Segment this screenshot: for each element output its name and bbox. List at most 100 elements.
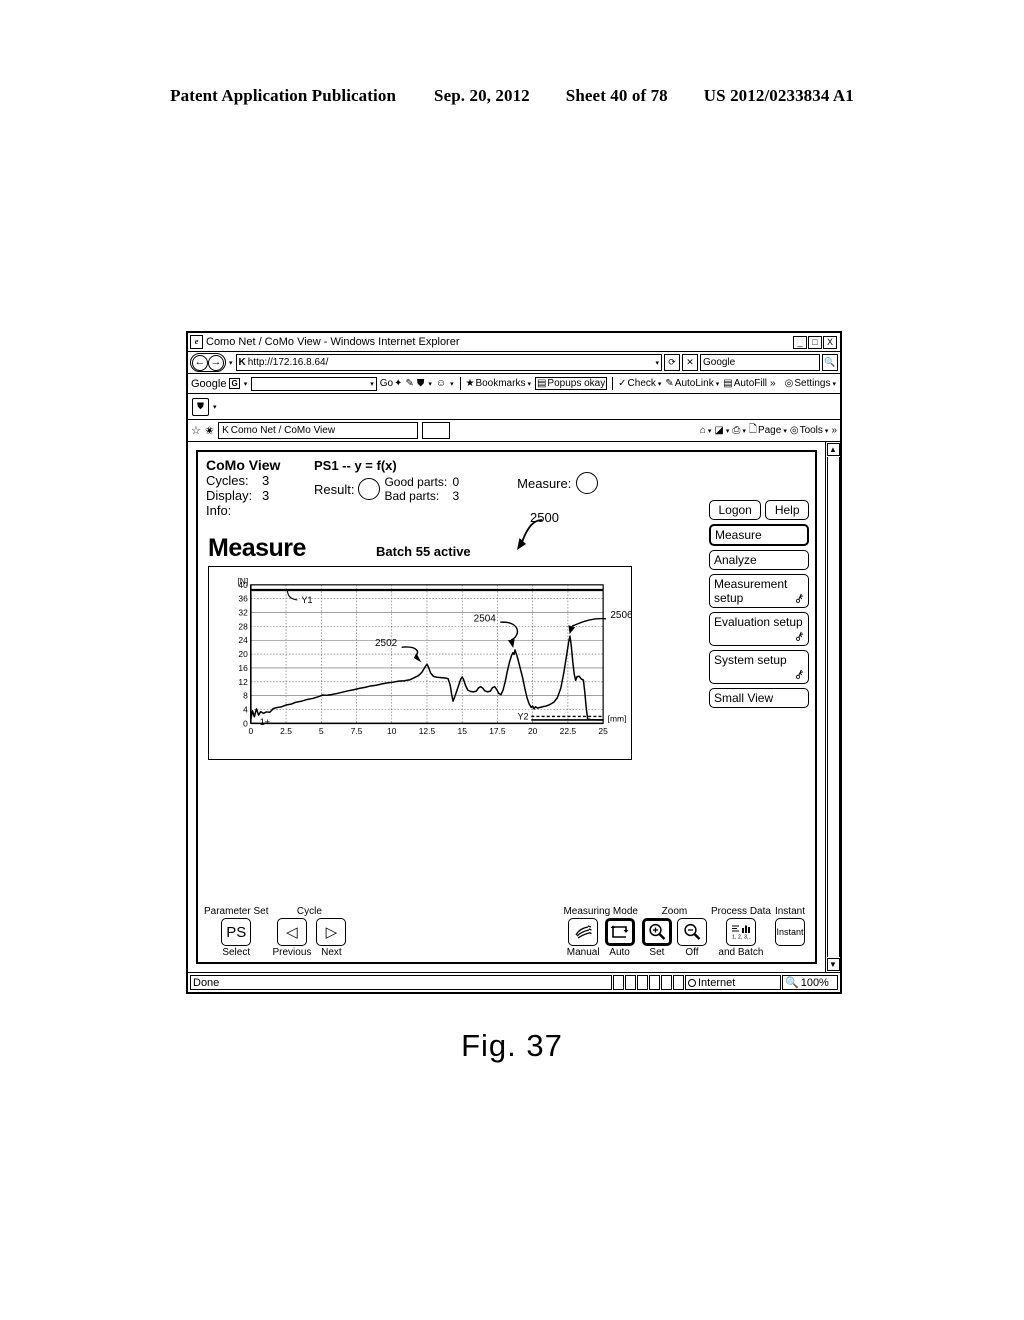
instant-button[interactable]: Instant (774, 918, 805, 958)
chart-ytick-label: 36 (238, 594, 248, 604)
add-favorite-icon[interactable]: ✬ (205, 424, 214, 437)
tabbar-more-icon[interactable]: » (831, 425, 837, 436)
result-indicator (358, 478, 381, 500)
chart-xtick-label: 10 (387, 726, 397, 736)
address-url: http://172.16.8.64/ (247, 357, 329, 368)
figure-caption: Fig. 37 (461, 1028, 563, 1063)
google-search-caret-icon[interactable]: ▾ (370, 380, 374, 388)
google-badge-caret-icon[interactable]: ▾ (244, 380, 248, 388)
zoom-set-button[interactable]: Set (641, 918, 672, 958)
search-icon[interactable]: 🔍 (822, 354, 838, 371)
addon-stamp-icon[interactable]: ⛊ (192, 397, 209, 416)
address-dropdown-icon[interactable]: ▾ (655, 359, 659, 367)
process-data-button[interactable]: 1, 2, 3,... and Batch (718, 918, 763, 958)
google-autolink-button[interactable]: ✎ AutoLink ▾ (665, 378, 720, 389)
browser-tab[interactable]: K Como Net / CoMo View (218, 422, 419, 439)
feeds-button[interactable]: ◪ ▾ (714, 425, 730, 436)
zoom-in-icon (641, 918, 672, 946)
stop-icon[interactable]: ✕ (682, 354, 698, 371)
section-title: Measure (208, 534, 306, 562)
chart-xtick-label: 7.5 (351, 726, 363, 736)
google-go-button[interactable]: Go ✦ (380, 378, 403, 389)
sidebar-item-small-view[interactable]: Small View (709, 688, 809, 708)
tools-caret-icon: ▾ (824, 427, 829, 435)
sidebar-item-evaluation-setup[interactable]: Evaluation setup ⚷ (709, 612, 809, 646)
sidebar-item-measurement-setup[interactable]: Measurement setup ⚷ (709, 574, 809, 608)
address-input[interactable]: K http://172.16.8.64/ ▾ (235, 354, 662, 371)
settings-label: Settings (794, 378, 831, 389)
scroll-down-icon[interactable]: ▼ (826, 958, 840, 971)
smiley-caret-icon[interactable]: ▾ (450, 380, 454, 388)
result-row: Result: Good parts: 0 Bad parts: 3 (314, 475, 459, 503)
google-smiley-icon[interactable]: ☺ (436, 378, 446, 389)
sidebar-item-help[interactable]: Help (765, 500, 809, 520)
google-settings-button[interactable]: ◎ Settings ▾ (785, 378, 837, 389)
minimize-button[interactable]: _ (793, 335, 807, 349)
pagerank-caret-icon[interactable]: ▾ (428, 380, 432, 388)
como-view-app: CoMo View Cycles: 3 Display: 3 Info: PS1… (196, 450, 817, 964)
google-more-icon[interactable]: » (770, 378, 776, 389)
scrollbar-track[interactable] (826, 457, 840, 957)
auto-loop-icon-svg (610, 925, 629, 938)
google-go-label: Go (379, 378, 394, 389)
google-check-button[interactable]: ✓ Check ▾ (618, 378, 662, 389)
browser-search-input[interactable]: Google (700, 354, 820, 371)
google-search-input[interactable]: ▾ (251, 376, 377, 391)
measurement-chart[interactable]: 0 4 8 12 16 20 24 28 32 36 40 0 2.5 5 7.5 10 12.5 15 17.5 2… (208, 566, 632, 760)
navigation-buttons: ← → (190, 353, 226, 372)
sidebar-item-system-setup[interactable]: System setup ⚷ (709, 650, 809, 684)
measuring-mode-manual-button[interactable]: Manual (567, 918, 600, 958)
addon-caret-icon[interactable]: ▾ (213, 403, 217, 411)
batch-status: Batch 55 active (376, 544, 471, 559)
process-data-header: Process Data (710, 906, 771, 917)
page-caret-icon: ▾ (783, 427, 787, 435)
google-popups-button[interactable]: ▤ Popups okay (534, 377, 608, 390)
chart-ytick-label: 0 (243, 718, 248, 728)
page-label: Page (757, 425, 782, 436)
tab-favicon: K (222, 425, 229, 436)
google-logo: Google (191, 377, 227, 390)
sidebar-item-measure[interactable]: Measure (709, 524, 809, 546)
next-arrow-icon: ▷ (316, 918, 347, 946)
nav-dropdown-icon[interactable]: ▾ (229, 359, 233, 367)
page-menu-button[interactable]: 🗋 Page ▾ (749, 422, 788, 439)
measure-status-label: Measure: (517, 475, 572, 491)
bad-parts-value: 3 (452, 489, 460, 503)
cycle-next-button[interactable]: ▷ Next (316, 918, 347, 958)
maximize-button[interactable]: □ (808, 335, 822, 349)
back-icon[interactable]: ← (192, 354, 208, 371)
scroll-up-icon[interactable]: ▲ (826, 443, 840, 456)
zoom-off-label: Off (685, 947, 699, 958)
print-button[interactable]: ⎙ ▾ (732, 425, 747, 436)
chart-xtick-label: 15 (457, 726, 467, 736)
close-button[interactable]: X (823, 335, 837, 349)
app-bottom-toolbar: Parameter Set PS Select Cycle ◁ Previous… (204, 892, 809, 958)
home-button[interactable]: ⌂ ▾ (700, 425, 713, 436)
ps-select-button[interactable]: PS Select (221, 918, 252, 958)
new-tab-button[interactable] (422, 422, 451, 439)
sidebar-item-analyze[interactable]: Analyze (709, 550, 809, 570)
refresh-icon[interactable]: ⟳ (664, 354, 680, 371)
cycle-previous-button[interactable]: ◁ Previous (272, 918, 311, 958)
google-highlight-icon[interactable]: ✎ (405, 378, 413, 389)
google-pagerank-icon[interactable]: ⛊ (417, 378, 425, 389)
tools-menu-button[interactable]: ◎ Tools ▾ (790, 425, 830, 436)
chart-xtick-label: 0 (248, 726, 253, 736)
favorites-star-icon[interactable]: ☆ (191, 424, 201, 437)
gear-icon: ◎ (789, 425, 799, 436)
google-bookmarks-button[interactable]: ★ Bookmarks ▾ (465, 378, 532, 389)
chart-ytick-label: 20 (238, 649, 248, 659)
security-zone[interactable]: Internet (685, 975, 781, 990)
display-row: Display: 3 (206, 488, 312, 503)
cycle-group: Cycle ◁ Previous ▷ Next (272, 906, 347, 958)
zoom-off-button[interactable]: Off (676, 918, 707, 958)
forward-icon[interactable]: → (208, 354, 224, 371)
window-titlebar: e Como Net / CoMo View - Windows Interne… (188, 333, 840, 352)
google-badge-icon[interactable]: G (229, 378, 240, 389)
zoom-level[interactable]: 🔍 100% (782, 975, 838, 990)
google-autofill-button[interactable]: ▤ AutoFill (723, 378, 767, 389)
chart-xtick-label: 20 (528, 726, 538, 736)
vertical-scrollbar[interactable]: ▲ ▼ (825, 442, 840, 972)
measuring-mode-auto-button[interactable]: Auto (604, 918, 635, 958)
sidebar-item-logon[interactable]: Logon (709, 500, 762, 520)
